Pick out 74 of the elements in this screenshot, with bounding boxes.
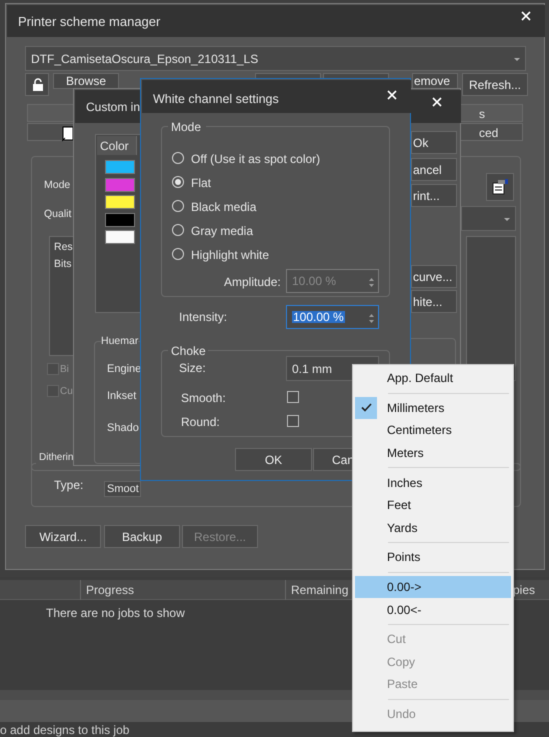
checkbox-label: Cu (60, 384, 73, 398)
menu-item[interactable]: Feet (355, 494, 511, 517)
field-label: Intensity: (179, 309, 228, 324)
checkbox[interactable] (287, 391, 299, 403)
menu-item[interactable]: Yards (355, 516, 511, 540)
field-label: Amplitude: (224, 274, 282, 289)
field-label: Engine (107, 362, 141, 377)
action-button[interactable]: Wizard... (25, 525, 101, 548)
list-item[interactable]: Res (54, 240, 73, 255)
radio-button[interactable] (172, 224, 184, 236)
radio-button[interactable] (172, 200, 184, 212)
column-header[interactable]: Progress (80, 580, 285, 600)
spin-arrows-icon (368, 313, 375, 324)
caret-icon (514, 58, 520, 61)
field-label: Mode (44, 178, 70, 193)
toolbar-button[interactable]: Browse (53, 73, 119, 89)
lock-icon (32, 78, 44, 92)
caret-icon (504, 218, 510, 221)
field-label: Qualit (44, 207, 72, 222)
lock-button[interactable] (25, 73, 49, 96)
menu-item[interactable]: Points (355, 546, 511, 569)
menu-item[interactable]: Millimeters (355, 396, 511, 420)
dialog-button[interactable]: curve... (411, 265, 457, 288)
menu-item[interactable]: Inches (355, 471, 511, 494)
intensity-field[interactable]: 100.00 % (286, 305, 379, 329)
dialog-button[interactable]: OK (235, 448, 312, 471)
icon-button[interactable] (486, 173, 514, 201)
checkbox-label: Bi (60, 362, 69, 376)
menu-item[interactable]: Meters (355, 442, 511, 464)
field-label: Size: (179, 360, 207, 375)
toolbar-button[interactable]: emove (412, 73, 458, 89)
dialog-button[interactable]: hite... (411, 290, 457, 313)
tab-label: s (479, 106, 486, 122)
tab-label: ced (479, 125, 500, 141)
dialog-button[interactable]: rint... (411, 184, 457, 207)
radio-button[interactable] (172, 248, 184, 260)
radio-label: Flat (191, 175, 212, 190)
close-icon[interactable] (387, 90, 397, 100)
dialog-button[interactable]: Ok (411, 131, 457, 154)
status-text: o add designs to this job (0, 723, 130, 737)
close-icon[interactable] (432, 97, 442, 107)
radio-label: Gray media (191, 223, 254, 238)
field-label: Type: (54, 477, 84, 492)
dither-type-dropdown[interactable]: Smoot (104, 481, 141, 497)
window-title: White channel settings (153, 91, 280, 107)
radio-label: Off (Use it as spot color) (191, 151, 322, 166)
checkbox[interactable] (287, 415, 299, 427)
list-item[interactable]: Bits (54, 257, 72, 272)
group-title: Mode (168, 119, 206, 134)
document-icon (62, 126, 74, 142)
window-title: Custom in (86, 99, 142, 115)
column-header[interactable]: Color (97, 136, 137, 155)
radio-label: Black media (191, 199, 258, 214)
group-title: Ditherin (36, 450, 74, 465)
checkbox-label: Smooth: (181, 390, 227, 405)
radio-button[interactable] (172, 152, 184, 164)
window-title: Printer scheme manager (18, 13, 162, 29)
spin-arrows-icon (368, 277, 375, 288)
field-label: Shado (107, 421, 140, 436)
dialog-button[interactable]: ancel (411, 158, 457, 181)
menu-item[interactable]: 0.00-> (355, 576, 511, 598)
radio-label: Highlight white (191, 247, 270, 262)
action-button[interactable]: Backup (104, 525, 180, 548)
field-label: Inkset (107, 389, 138, 404)
checkbox-label: Round: (181, 414, 221, 429)
empty-list-message: There are no jobs to show (46, 605, 186, 620)
scheme-dropdown[interactable]: DTF_CamisetaOscura_Epson_210311_LS (25, 46, 526, 71)
radio-button[interactable] (172, 176, 184, 188)
clipboard-icon (492, 179, 508, 195)
menu-item[interactable]: 0.00<- (355, 598, 511, 621)
group-title: Choke (168, 343, 208, 358)
toolbar-button[interactable]: Refresh... (462, 73, 528, 96)
close-icon[interactable] (521, 11, 531, 21)
menu-item[interactable]: Centimeters (355, 419, 511, 442)
